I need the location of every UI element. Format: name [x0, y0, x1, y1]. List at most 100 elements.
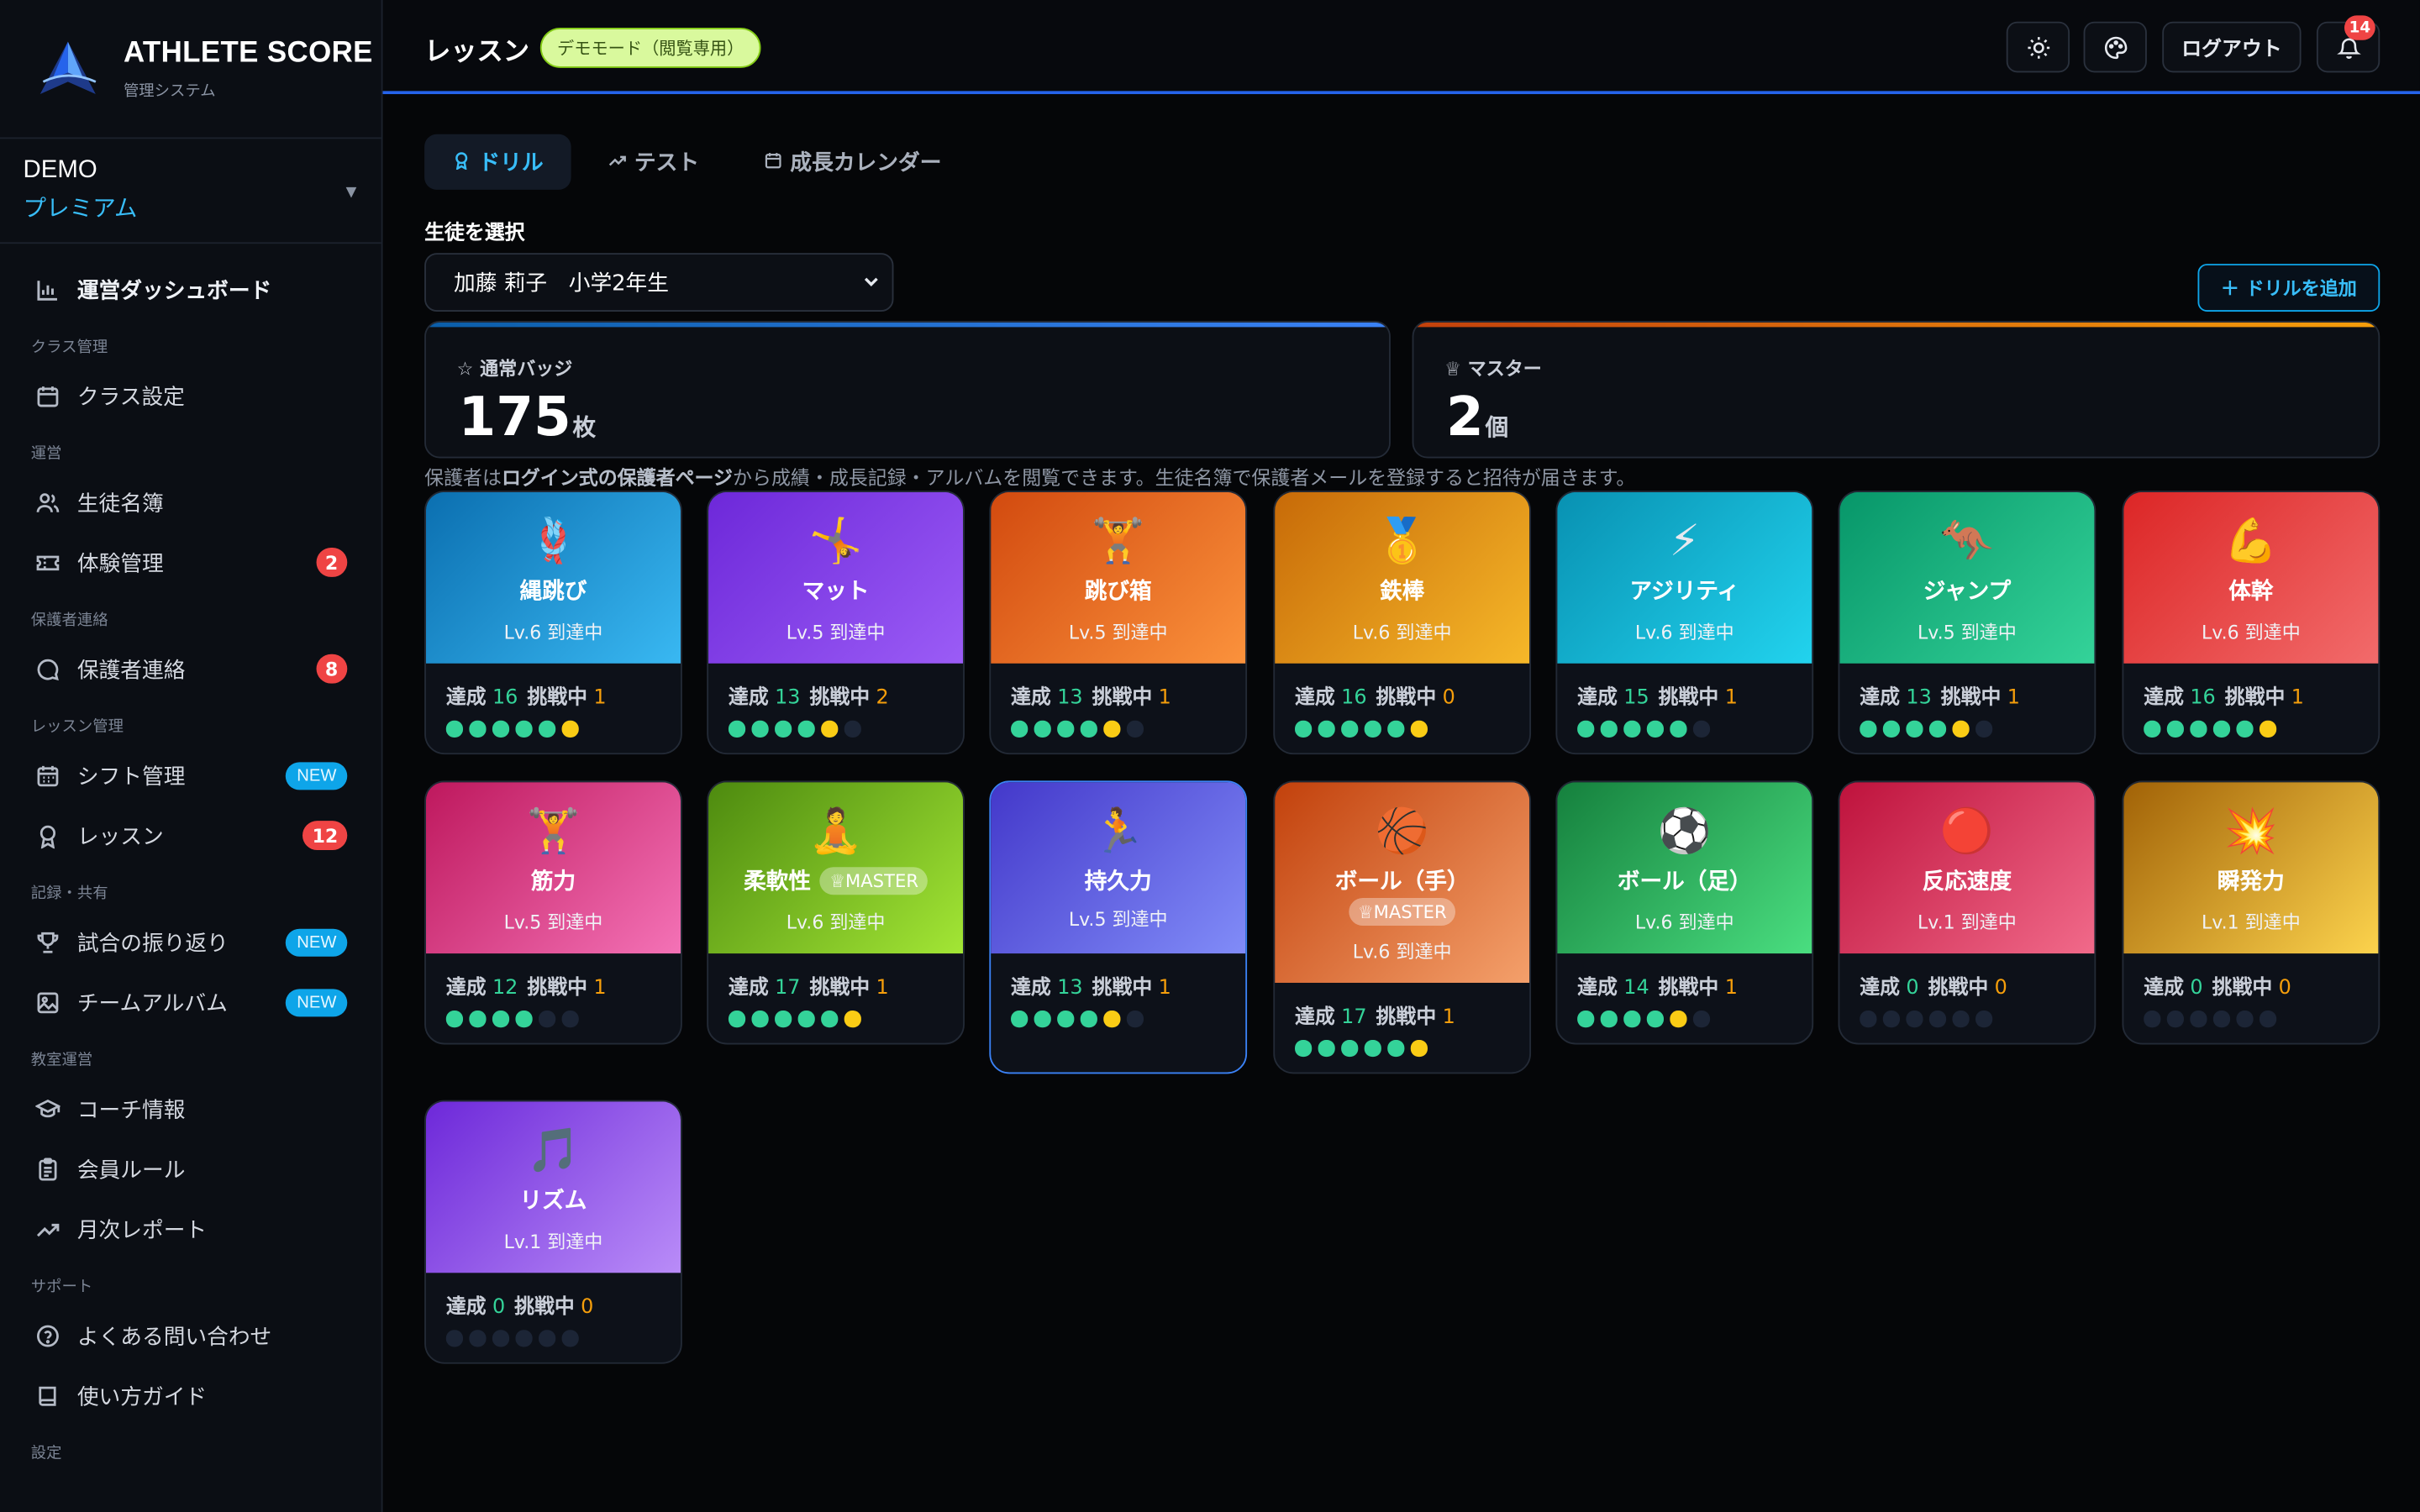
logout-button[interactable]: ログアウト [2162, 21, 2302, 73]
sidebar-item-label: 会員ルール [76, 1158, 186, 1183]
drill-card-header: 🏃 持久力 Lv.5 到達中 [991, 782, 1246, 954]
drill-card[interactable]: 🦘 ジャンプ Lv.5 到達中 達成 13 挑戦中 1 [1838, 491, 2096, 755]
progress-dot [1646, 720, 1664, 738]
sidebar-item-coach[interactable]: コーチ情報 [0, 1079, 381, 1139]
sidebar-item-report[interactable]: 月次レポート [0, 1199, 381, 1259]
drill-card[interactable]: 💪 体幹 Lv.6 到達中 達成 16 挑戦中 1 [2122, 491, 2381, 755]
progress-dot [2236, 1011, 2253, 1027]
brand-name: ATHLETE SCORE [123, 37, 373, 70]
challenging-count: 1 [1724, 976, 1738, 1000]
drill-card-header: 🎵 リズム Lv.1 到達中 [425, 1101, 681, 1273]
sidebar-item-rules[interactable]: 会員ルール [0, 1139, 381, 1200]
achieved-label: 達成 [728, 686, 769, 710]
sidebar-item-faq[interactable]: よくある問い合わせ [0, 1305, 381, 1366]
drill-card-footer: 達成 12 挑戦中 1 [426, 953, 681, 1027]
drill-stats: 達成 13 挑戦中 1 [1860, 680, 2074, 710]
student-select-label: 生徒を選択 [424, 222, 525, 246]
sidebar-item-guardian[interactable]: 保護者連絡 8 [0, 638, 381, 699]
drill-card[interactable]: 🥇 鉄棒 Lv.6 到達中 達成 16 挑戦中 0 [1273, 491, 1532, 755]
achieved-label: 達成 [445, 686, 487, 710]
progress-dot [728, 1011, 745, 1027]
progress-dot [1692, 720, 1710, 738]
sidebar-item-class-settings[interactable]: クラス設定 [0, 365, 381, 426]
drill-emoji-icon: ⚡ [1669, 515, 1700, 567]
drill-card[interactable]: 🧘 柔軟性 ♕MASTER Lv.6 到達中 達成 17 挑戦中 1 [707, 780, 965, 1045]
drill-card[interactable]: 🏋️ 跳び箱 Lv.5 到達中 達成 13 挑戦中 1 [989, 491, 1248, 755]
progress-dots [1295, 1039, 1509, 1057]
tab-calendar[interactable]: 成長カレンダー [736, 134, 969, 190]
notifications-button[interactable]: 14 [2316, 15, 2381, 73]
drill-emoji-icon: 🪢 [526, 515, 581, 567]
achieved-label: 達成 [1295, 686, 1335, 710]
sidebar-item-guide[interactable]: 使い方ガイド [0, 1366, 381, 1426]
drill-card[interactable]: 💥 瞬発力 Lv.1 到達中 達成 0 挑戦中 0 [2122, 780, 2381, 1045]
stat-number: 175 [458, 387, 571, 449]
tab-test[interactable]: テスト [581, 134, 727, 190]
drill-name-text: ボール（手） [1334, 869, 1470, 895]
drill-card-footer: 達成 16 挑戦中 1 [2123, 664, 2378, 738]
tab-drill[interactable]: ドリル [424, 134, 571, 190]
drill-card[interactable]: ⚽ ボール（足） Lv.6 到達中 達成 14 挑戦中 1 [1555, 780, 1814, 1045]
drill-name: ボール（手） [1275, 864, 1529, 897]
drill-card[interactable]: 🤸 マット Lv.5 到達中 達成 13 挑戦中 2 [707, 491, 965, 755]
challenging-label: 挑戦中 [1658, 976, 1719, 1000]
drill-stats: 達成 17 挑戦中 1 [729, 970, 943, 1000]
drill-name: ジャンプ [1839, 574, 2094, 606]
drill-card[interactable]: 🎵 リズム Lv.1 到達中 達成 0 挑戦中 0 [424, 1100, 682, 1364]
challenging-count: 0 [1442, 686, 1455, 710]
logo-icon [39, 40, 97, 94]
section-school: 教室運営 [30, 1052, 93, 1069]
sidebar-item-album[interactable]: チームアルバム NEW [0, 972, 381, 1032]
drill-card[interactable]: 🏃 持久力 Lv.5 到達中 達成 13 挑戦中 1 [989, 780, 1248, 1074]
sidebar-item-shift[interactable]: シフト管理 NEW [0, 745, 381, 806]
progress-dots [728, 1011, 943, 1027]
info-text: から成績・成長記録・アルバムを閲覧できます。生徒名簿で保護者メールを登録すると招… [733, 465, 1636, 490]
achieved-count: 13 [1057, 686, 1083, 710]
sidebar-item-match[interactable]: 試合の振り返り NEW [0, 912, 381, 973]
new-badge: NEW [286, 988, 348, 1016]
palette-button[interactable] [2083, 21, 2147, 73]
drill-stats: 達成 0 挑戦中 0 [2144, 970, 2358, 1000]
sidebar-item-dashboard[interactable]: 運営ダッシュボード [0, 260, 381, 320]
achieved-count: 14 [1623, 976, 1649, 1000]
drill-card-footer: 達成 13 挑戦中 1 [991, 953, 1245, 1027]
guardian-info-text: 保護者はログイン式の保護者ページから成績・成長記録・アルバムを閲覧できます。生徒… [424, 461, 1635, 491]
drill-card[interactable]: 🪢 縄跳び Lv.6 到達中 達成 16 挑戦中 1 [424, 491, 682, 755]
plan-tier: プレミアム [23, 194, 138, 223]
progress-dot [1295, 720, 1312, 738]
progress-dot [1295, 1039, 1312, 1057]
add-drill-button[interactable]: ＋ ドリルを追加 [2197, 264, 2381, 312]
sidebar-item-label: シフト管理 [76, 764, 186, 790]
achieved-count: 16 [2190, 686, 2216, 710]
student-select[interactable]: 加藤 莉子 小学2年生 [424, 253, 894, 312]
sidebar-item-trial[interactable]: 体験管理 2 [0, 533, 381, 593]
drill-card[interactable]: 🏋️ 筋力 Lv.5 到達中 達成 12 挑戦中 1 [424, 780, 682, 1045]
drill-name: 体幹 [2123, 574, 2378, 606]
drill-name: 跳び箱 [991, 574, 1245, 606]
progress-dot [1364, 1039, 1381, 1057]
challenging-label: 挑戦中 [1658, 686, 1719, 710]
sidebar-item-lesson[interactable]: レッスン 12 [0, 806, 381, 866]
stat-label: ☆ 通常バッジ [457, 354, 573, 381]
challenging-label: 挑戦中 [2224, 686, 2286, 710]
challenging-count: 1 [2291, 686, 2304, 710]
drill-card[interactable]: ⚡ アジリティ Lv.6 到達中 達成 15 挑戦中 1 [1555, 491, 1814, 755]
drill-level: Lv.1 到達中 [1918, 911, 2017, 934]
sidebar-item-students[interactable]: 生徒名簿 [0, 472, 381, 533]
theme-toggle-button[interactable] [2006, 21, 2070, 73]
info-text: 保護者は [424, 465, 502, 490]
drill-card-header: 🏋️ 跳び箱 Lv.5 到達中 [991, 491, 1246, 664]
chevron-down-icon [863, 273, 880, 295]
drill-name: 縄跳び [426, 574, 681, 606]
palette-icon [2104, 35, 2127, 59]
progress-dot [1034, 720, 1050, 738]
drill-card-header: ⚡ アジリティ Lv.6 到達中 [1557, 491, 1812, 664]
drill-card[interactable]: 🔴 反応速度 Lv.1 到達中 達成 0 挑戦中 0 [1838, 780, 2096, 1045]
progress-dot [1080, 1011, 1097, 1027]
brand[interactable]: ATHLETE SCORE 管理システム [0, 0, 381, 139]
drill-card-header: 🔴 反応速度 Lv.1 到達中 [1839, 782, 2095, 954]
drill-card[interactable]: 🏀 ボール（手） ♕MASTER Lv.6 到達中 達成 17 挑戦中 1 [1273, 780, 1532, 1074]
progress-dot [492, 1011, 509, 1027]
plan-selector[interactable]: DEMO プレミアム ▼ [0, 139, 381, 244]
drill-card-header: 🏋️ 筋力 Lv.5 到達中 [425, 782, 681, 954]
